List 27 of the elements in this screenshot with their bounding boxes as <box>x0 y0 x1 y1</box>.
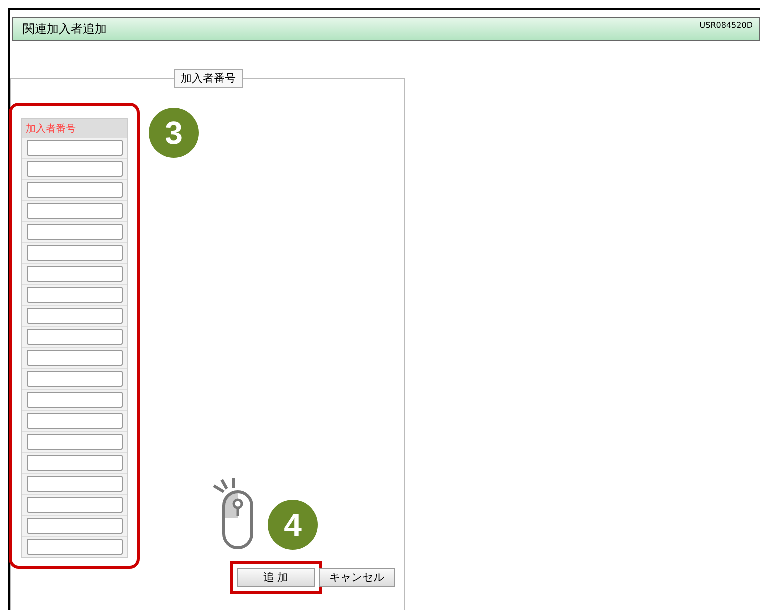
window-title: 関連加入者追加 <box>23 20 107 38</box>
input-field[interactable] <box>27 182 123 198</box>
input-field[interactable] <box>27 476 123 492</box>
input-field[interactable] <box>27 161 123 177</box>
column-header: 加入者番号 <box>22 119 127 137</box>
input-field[interactable] <box>27 434 123 450</box>
input-field[interactable] <box>27 518 123 534</box>
input-field[interactable] <box>27 371 123 387</box>
input-field[interactable] <box>27 308 123 324</box>
input-field[interactable] <box>27 455 123 471</box>
input-field[interactable] <box>27 266 123 282</box>
fieldset-legend: 加入者番号 <box>174 69 243 88</box>
input-field[interactable] <box>27 140 123 156</box>
input-field[interactable] <box>27 203 123 219</box>
action-button[interactable]: キャンセル <box>319 568 395 587</box>
input-field[interactable] <box>27 287 123 303</box>
input-field[interactable] <box>27 392 123 408</box>
step-badge: 3 <box>149 108 199 158</box>
screen-id: USR084520D <box>700 21 753 30</box>
input-field[interactable] <box>27 497 123 513</box>
input-field[interactable] <box>27 224 123 240</box>
input-field[interactable] <box>27 539 123 555</box>
input-field[interactable] <box>27 413 123 429</box>
input-field[interactable] <box>27 329 123 345</box>
step-badge: 4 <box>268 500 318 550</box>
input-field[interactable] <box>27 350 123 366</box>
input-field[interactable] <box>27 245 123 261</box>
